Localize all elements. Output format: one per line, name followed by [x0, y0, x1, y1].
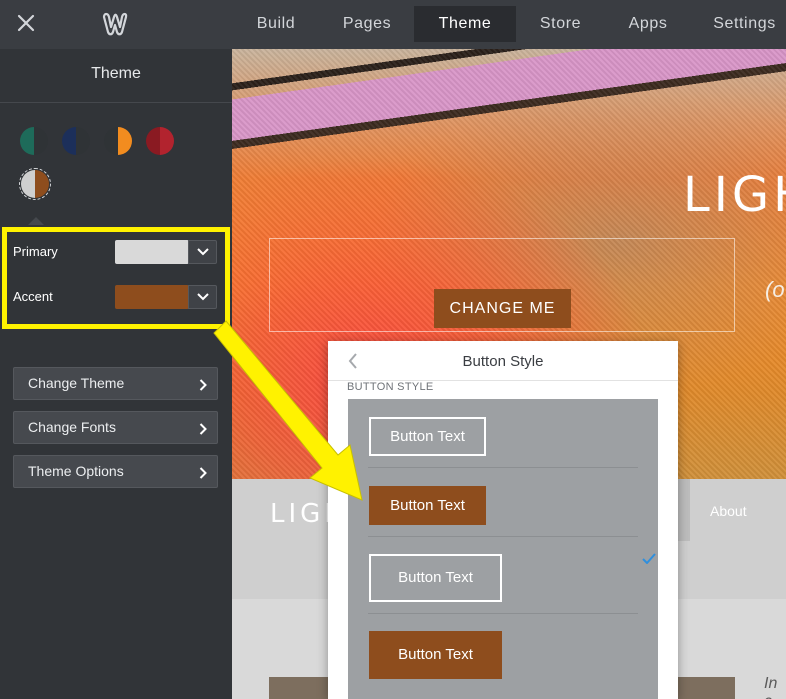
popover-header: Button Style: [328, 341, 678, 381]
button-style-option-outline-large[interactable]: Button Text: [369, 554, 502, 602]
list-separator: [368, 613, 638, 614]
change-theme-button[interactable]: Change Theme: [13, 367, 218, 400]
top-nav-bar: Build Pages Theme Store Apps Settings: [0, 0, 786, 49]
list-separator: [368, 536, 638, 537]
tab-apps[interactable]: Apps: [615, 6, 681, 42]
tab-pages[interactable]: Pages: [330, 6, 404, 42]
weebly-logo-icon[interactable]: [101, 11, 129, 37]
sidebar-divider: [0, 102, 232, 103]
tab-theme[interactable]: Theme: [414, 6, 516, 42]
tab-settings[interactable]: Settings: [703, 6, 786, 42]
chevron-right-icon: [199, 467, 207, 479]
theme-swatch-brown-selected[interactable]: [19, 168, 51, 200]
theme-sidebar: Theme Primary Accent Change Theme Change: [0, 49, 232, 699]
theme-swatch-red[interactable]: [146, 127, 174, 155]
tab-build[interactable]: Build: [242, 6, 310, 42]
nav-link-about[interactable]: About: [710, 503, 747, 519]
change-theme-label: Change Theme: [28, 375, 125, 391]
change-fonts-button[interactable]: Change Fonts: [13, 411, 218, 444]
change-me-button[interactable]: CHANGE ME: [434, 289, 571, 328]
content-text: In c: [764, 675, 778, 699]
button-style-popover: Button Style BUTTON STYLE Button Text Bu…: [328, 341, 678, 699]
button-style-option-filled-selected[interactable]: Button Text: [369, 486, 486, 525]
button-style-option-outline[interactable]: Button Text: [369, 417, 486, 456]
change-fonts-label: Change Fonts: [28, 419, 116, 435]
popover-title: Button Style: [462, 353, 544, 370]
sidebar-title: Theme: [91, 65, 141, 82]
button-style-list: Button Text Button Text Button Text Butt…: [348, 399, 658, 699]
chevron-right-icon: [199, 379, 207, 391]
theme-options-label: Theme Options: [28, 463, 124, 479]
hero-title[interactable]: LIGH: [683, 167, 786, 223]
theme-swatch-green[interactable]: [20, 127, 48, 155]
theme-swatch-navy[interactable]: [62, 127, 90, 155]
selected-check-icon: [642, 553, 656, 564]
close-icon[interactable]: [14, 11, 38, 35]
panel-notch: [28, 217, 44, 225]
highlight-box: [2, 227, 230, 329]
theme-options-button[interactable]: Theme Options: [13, 455, 218, 488]
nav-scroll-marker: [678, 479, 690, 541]
chevron-right-icon: [199, 423, 207, 435]
list-separator: [368, 467, 638, 468]
tab-store[interactable]: Store: [527, 6, 594, 42]
button-style-section-label: BUTTON STYLE: [347, 381, 434, 393]
button-style-option-filled-large[interactable]: Button Text: [369, 631, 502, 679]
theme-swatch-orange[interactable]: [104, 127, 132, 155]
hero-subtitle[interactable]: (o: [765, 277, 785, 303]
